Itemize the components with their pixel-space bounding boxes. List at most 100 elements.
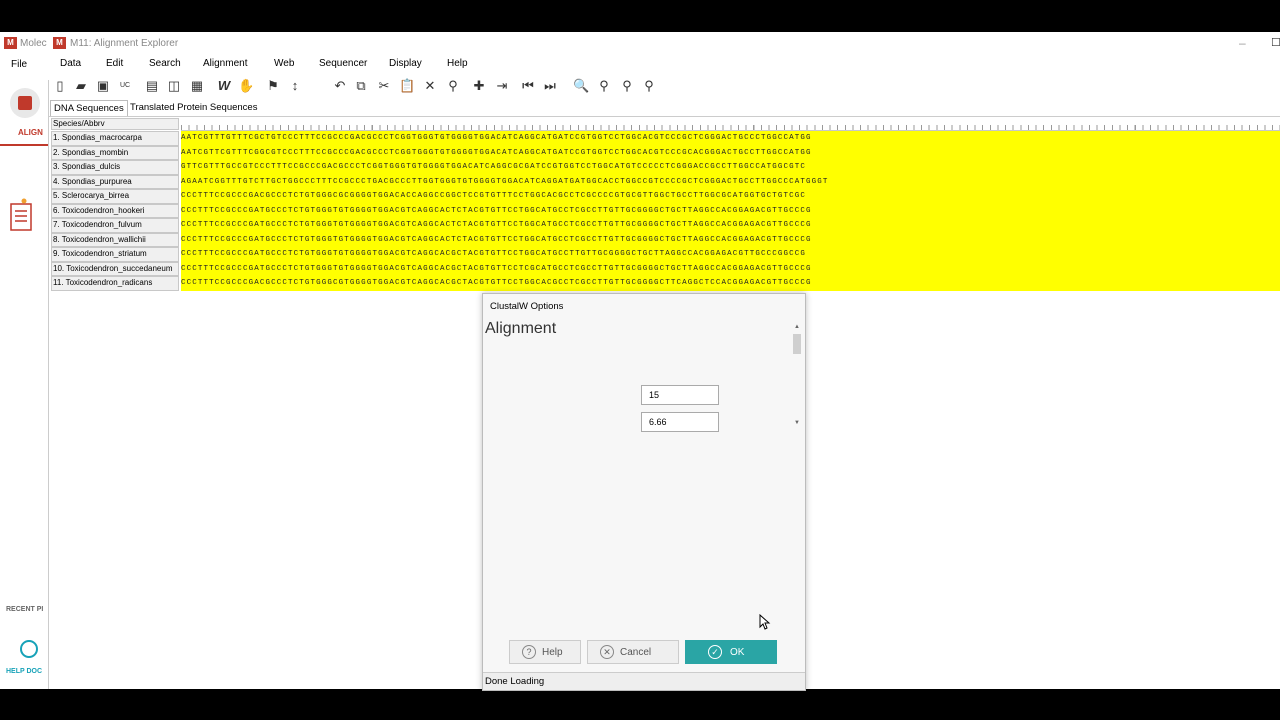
import-icon[interactable]: ⇥	[494, 78, 510, 94]
sequence-cells[interactable]: AGAATCGGTTTGTCTTGCTGGCCCTTTCCGCCCTGACGCC…	[181, 174, 1280, 189]
menu-data[interactable]: Data	[60, 58, 81, 69]
menu-web[interactable]: Web	[274, 58, 294, 69]
sequence-cells[interactable]: GTTCGTTTGCCGTCCCTTTCCGCCCGACGCCCTCGGTGGG…	[181, 160, 1280, 175]
window-title: M11: Alignment Explorer	[70, 38, 179, 49]
table-row[interactable]: 3. Spondias_dulcis GTTCGTTTGCCGTCCCTTTCCG…	[51, 160, 1280, 175]
table-row[interactable]: 9. Toxicodendron_striatum CCCTTTCCGCCCGAT…	[51, 247, 1280, 262]
search-next-icon[interactable]: ⚲	[619, 78, 635, 94]
sequence-cells[interactable]: CCCTTTCCGCCCGATGCCCTCTGTGGGTGTGGGGTGGACG…	[181, 261, 1280, 276]
scroll-up-icon[interactable]: ▲	[794, 324, 800, 330]
grid-icon[interactable]: ▦	[189, 78, 205, 94]
table-row[interactable]: 4. Spondias_purpurea AGAATCGGTTTGTCTTGCTG…	[51, 174, 1280, 189]
sequence-cells[interactable]: CCCTTTCCGCCCGATGCCCTCTGTGGGTGTGGGGTGGACG…	[181, 218, 1280, 233]
mega-logo-icon: M	[4, 37, 17, 49]
species-name[interactable]: 7. Toxicodendron_fulvum	[51, 218, 179, 233]
columns-icon[interactable]: ◫	[166, 78, 182, 94]
ok-button[interactable]: ✓ OK	[685, 640, 777, 664]
position-ruler	[181, 118, 1280, 131]
species-name[interactable]: 8. Toxicodendron_wallichii	[51, 232, 179, 247]
cut-icon[interactable]: ✂	[376, 78, 392, 94]
menu-display[interactable]: Display	[389, 58, 422, 69]
table-row[interactable]: 11. Toxicodendron_radicans CCCTTTCCGCCCGA…	[51, 276, 1280, 291]
help-docs-icon[interactable]	[20, 640, 38, 658]
menu-help[interactable]: Help	[447, 58, 468, 69]
table-row[interactable]: 7. Toxicodendron_fulvum CCCTTTCCGCCCGATGC…	[51, 218, 1280, 233]
align-launch-button[interactable]	[10, 88, 40, 118]
menu-alignment[interactable]: Alignment	[203, 58, 247, 69]
minimize-icon[interactable]: –	[1239, 36, 1246, 50]
align-icon	[18, 96, 32, 110]
table-row[interactable]: 5. Sclerocarya_birrea CCCTTTCCGCCCGACGCCC…	[51, 189, 1280, 204]
menu-edit[interactable]: Edit	[106, 58, 123, 69]
maximize-icon[interactable]: ☐	[1271, 36, 1280, 49]
dialog-scrollbar[interactable]: ▲ ▼	[793, 324, 801, 428]
document-icon[interactable]	[8, 198, 36, 234]
prev-icon[interactable]: ⏮	[520, 78, 536, 94]
sequence-cells[interactable]: AATCGTTTGTTTCGCTGTCCCTTTCCGCCCGACGCCCTCG…	[181, 131, 1280, 146]
paste-icon[interactable]: 📋	[399, 78, 415, 94]
species-name[interactable]: 1. Spondias_macrocarpa	[51, 131, 179, 146]
status-bar: Done Loading	[483, 672, 805, 690]
menu-sequencer[interactable]: Sequencer	[319, 58, 367, 69]
species-name[interactable]: 5. Sclerocarya_birrea	[51, 189, 179, 204]
find-icon[interactable]: ⚲	[445, 78, 461, 94]
table-row[interactable]: 1. Spondias_macrocarpa AATCGTTTGTTTCGCTGT…	[51, 131, 1280, 146]
question-icon: ?	[522, 645, 536, 659]
gap-opening-penalty-input[interactable]: 15	[641, 385, 719, 405]
sequence-cells[interactable]: CCCTTTCCGCCCGATGCCCTCTGTGGGTGTGGGGTGGACG…	[181, 203, 1280, 218]
cancel-button-label: Cancel	[620, 647, 652, 658]
mega-sidebar: ALIGN RECENT PI HELP DOC	[0, 80, 49, 689]
search-clear-icon[interactable]: ⚲	[641, 78, 657, 94]
species-name[interactable]: 3. Spondias_dulcis	[51, 160, 179, 175]
copy-icon[interactable]: ⧉	[353, 78, 369, 94]
sequence-cells[interactable]: CCCTTTCCGCCCGATGCCCTCTGTGGGTGTGGGGTGGACG…	[181, 232, 1280, 247]
zoom-search-icon[interactable]: 🔍	[573, 78, 589, 94]
help-button[interactable]: ? Help	[509, 640, 581, 664]
add-icon[interactable]: ✚	[471, 78, 487, 94]
cancel-button[interactable]: ✕ Cancel	[587, 640, 679, 664]
flag-icon[interactable]: ⚑	[265, 78, 281, 94]
save-icon[interactable]: ▣	[95, 78, 111, 94]
sidebar-divider	[0, 144, 48, 146]
species-name[interactable]: 10. Toxicodendron_succedaneum	[51, 261, 179, 276]
new-file-icon[interactable]: ▯	[52, 78, 68, 94]
scroll-down-icon[interactable]: ▼	[794, 420, 800, 426]
sequence-cells[interactable]: AATCGTTCGTTTCGGCGTCCCTTTCCGCCCGACGCCCTCG…	[181, 145, 1280, 160]
close-icon: ✕	[600, 645, 614, 659]
mouse-cursor-icon	[759, 614, 771, 630]
table-row[interactable]: 10. Toxicodendron_succedaneum CCCTTTCCGCC…	[51, 261, 1280, 276]
w-align-icon[interactable]: W	[216, 78, 232, 94]
delete-icon[interactable]: ✕	[422, 78, 438, 94]
next-icon[interactable]: ⏭	[542, 78, 558, 94]
search-prev-icon[interactable]: ⚲	[596, 78, 612, 94]
toolbar: ▯ ▰ ▣ UC ▤ ◫ ▦ W ✋ ⚑ ↕ ↶ ⧉ ✂ 📋 ✕ ⚲ ✚ ⇥ ⏮…	[49, 74, 1280, 98]
tab-translated-protein[interactable]: Translated Protein Sequences	[127, 100, 260, 115]
tab-dna-sequences[interactable]: DNA Sequences	[50, 100, 128, 116]
scroll-thumb[interactable]	[793, 334, 801, 354]
help-button-label: Help	[542, 647, 563, 658]
table-row[interactable]: 8. Toxicodendron_wallichii CCCTTTCCGCCCGA…	[51, 232, 1280, 247]
align-label: ALIGN	[18, 128, 43, 137]
species-name[interactable]: 4. Spondias_purpurea	[51, 174, 179, 189]
gap-extension-penalty-input[interactable]: 6.66	[641, 412, 719, 432]
sort-icon[interactable]: ↕	[287, 78, 303, 94]
species-name[interactable]: 11. Toxicodendron_radicans	[51, 276, 179, 291]
undo-icon[interactable]: ↶	[332, 78, 348, 94]
table-row[interactable]: 6. Toxicodendron_hookeri CCCTTTCCGCCCGATG…	[51, 203, 1280, 218]
ok-button-label: OK	[730, 647, 745, 658]
species-name[interactable]: 6. Toxicodendron_hookeri	[51, 203, 179, 218]
uppercase-icon[interactable]: UC	[117, 78, 133, 94]
dialog-title: ClustalW Options	[490, 301, 564, 312]
clustalw-options-dialog: ClustalW Options Alignment ▲ ▼ 15 6.66 ?…	[482, 293, 806, 691]
mega-file-menu[interactable]: File	[11, 59, 27, 70]
sequence-cells[interactable]: CCCTTTCCGCCCGACGCCCTCTGTGGGCGCGGGGTGGACA…	[181, 189, 1280, 204]
page-icon[interactable]: ▤	[144, 78, 160, 94]
table-row[interactable]: 2. Spondias_mombin AATCGTTCGTTTCGGCGTCCCT…	[51, 145, 1280, 160]
open-folder-icon[interactable]: ▰	[73, 78, 89, 94]
menu-search[interactable]: Search	[149, 58, 181, 69]
sequence-cells[interactable]: CCCTTTCCGCCCGACGCCCTCTGTGGGCGTGGGGTGGACG…	[181, 276, 1280, 291]
sequence-cells[interactable]: CCCTTTCCGCCCGATGCCCTCTGTGGGTGTGGGGTGGACG…	[181, 247, 1280, 262]
muscle-icon[interactable]: ✋	[238, 78, 254, 94]
species-name[interactable]: 9. Toxicodendron_striatum	[51, 247, 179, 262]
species-name[interactable]: 2. Spondias_mombin	[51, 145, 179, 160]
